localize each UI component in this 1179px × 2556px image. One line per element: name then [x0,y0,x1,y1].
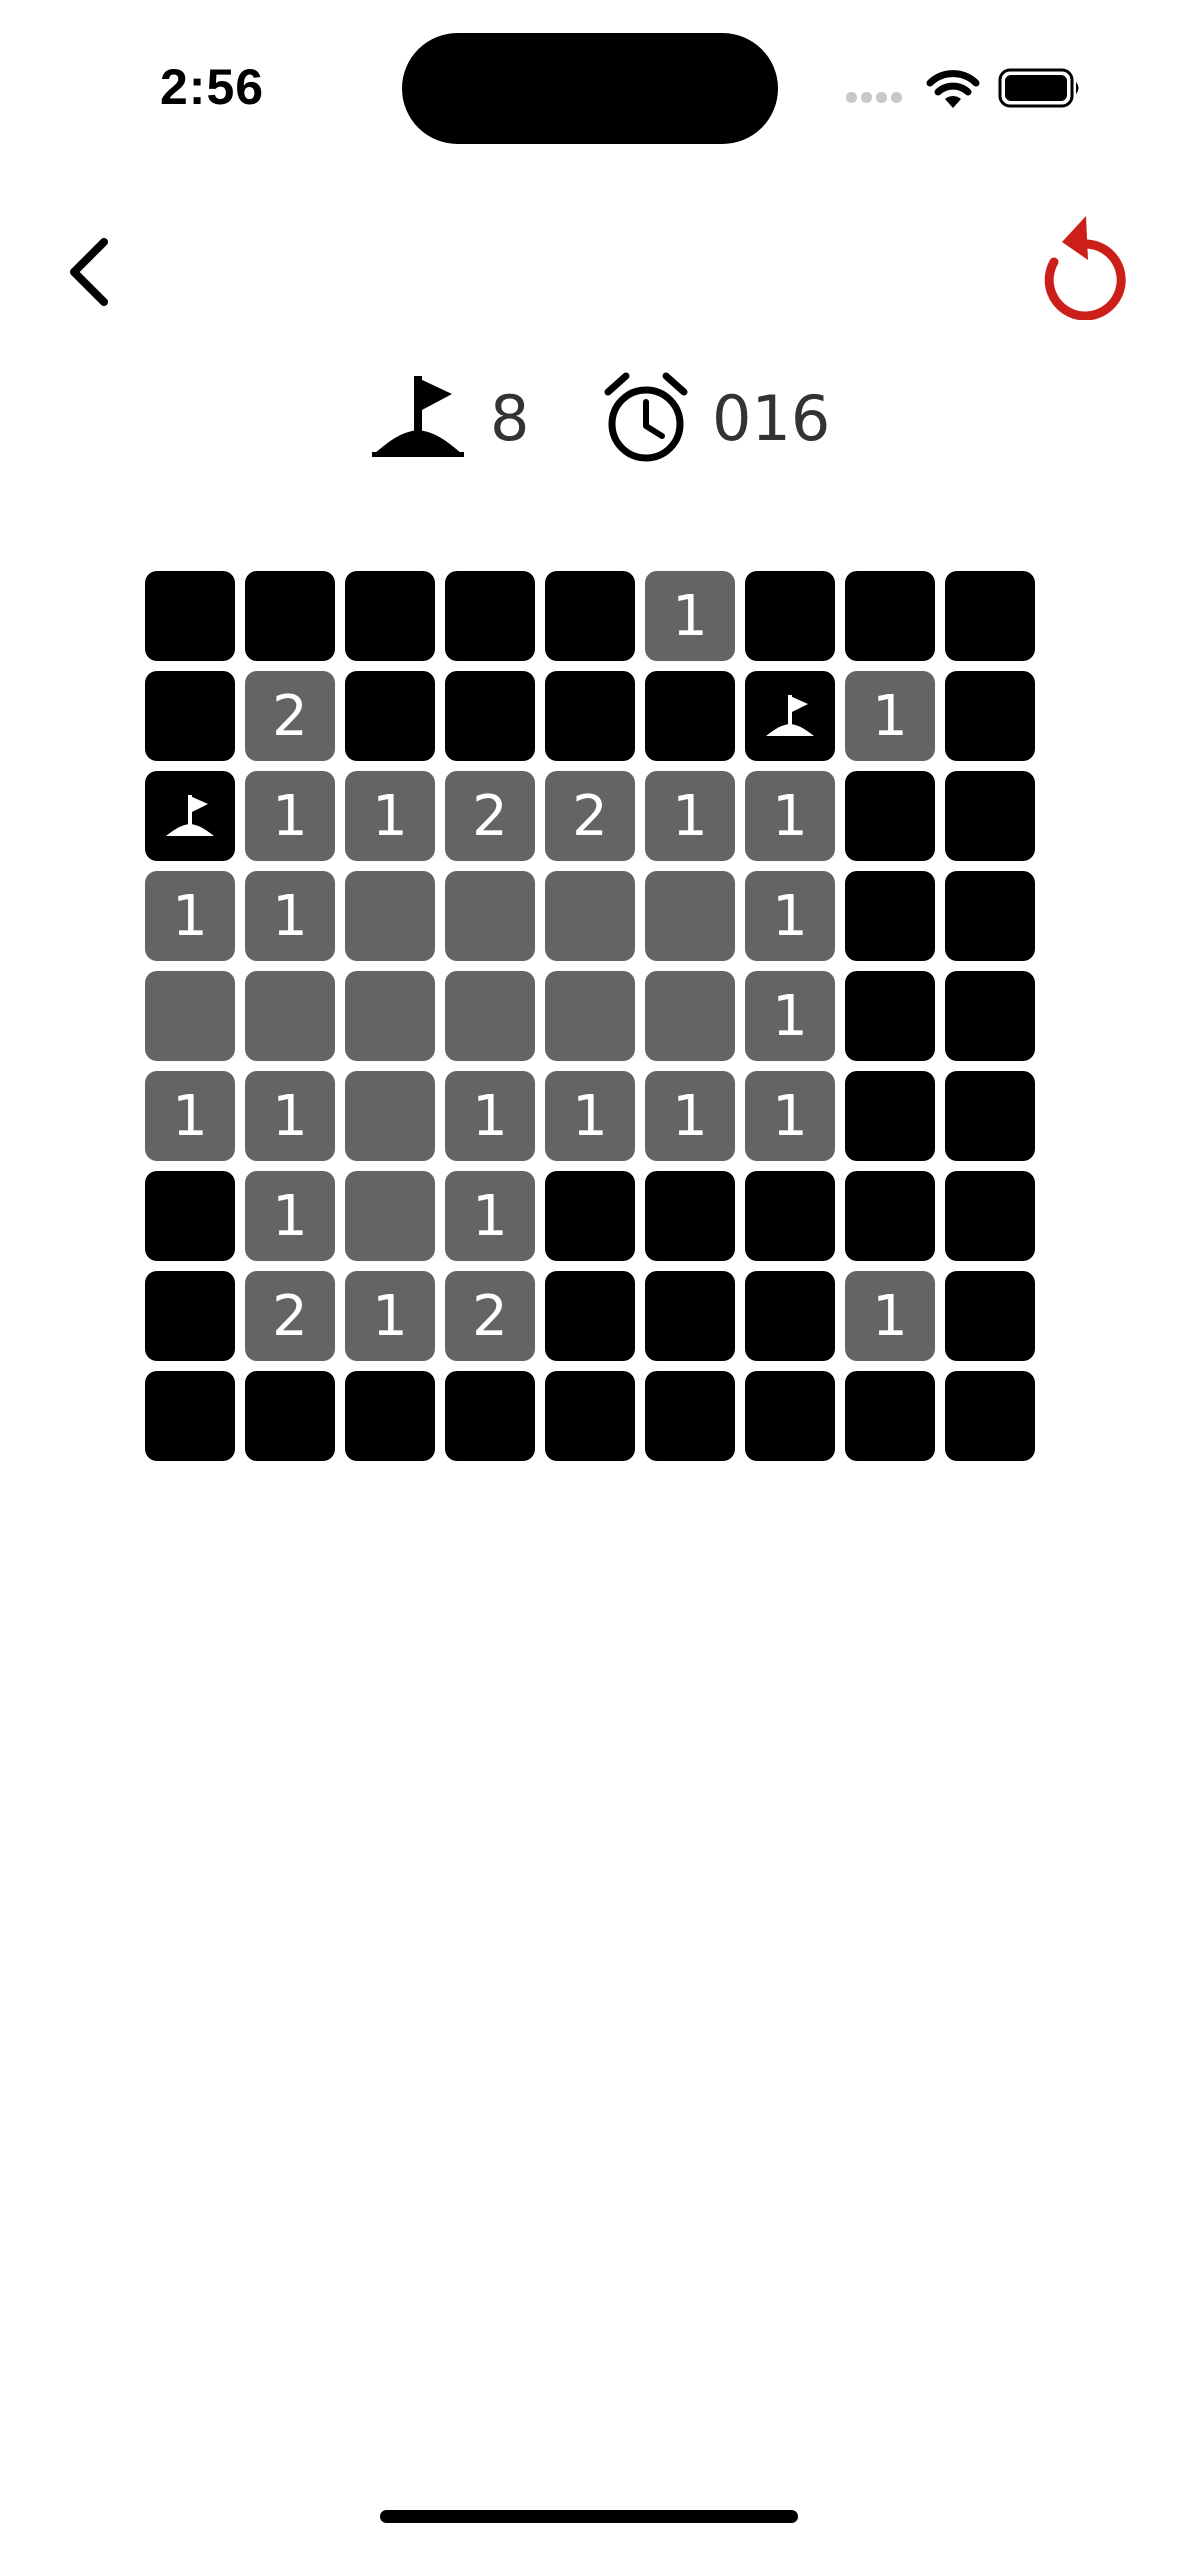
home-indicator [380,2510,798,2523]
hidden-cell[interactable] [445,571,535,661]
restart-icon [1044,216,1126,321]
hidden-cell[interactable] [845,771,935,861]
number-cell[interactable]: 1 [645,771,735,861]
revealed-cell[interactable] [345,1171,435,1261]
hidden-cell[interactable] [745,1371,835,1461]
number-cell[interactable]: 1 [245,1071,335,1161]
hidden-cell[interactable] [845,871,935,961]
hidden-cell[interactable] [645,671,735,761]
number-cell[interactable]: 2 [245,671,335,761]
hidden-cell[interactable] [945,771,1035,861]
flagged-cell[interactable] [745,671,835,761]
hidden-cell[interactable] [845,571,935,661]
hidden-cell[interactable] [145,1371,235,1461]
hidden-cell[interactable] [945,1171,1035,1261]
number-cell[interactable]: 1 [245,871,335,961]
number-cell[interactable]: 2 [445,771,535,861]
revealed-cell[interactable] [545,871,635,961]
game-stats: 8 016 [0,370,1179,470]
hidden-cell[interactable] [545,571,635,661]
number-cell[interactable]: 1 [645,571,735,661]
hidden-cell[interactable] [445,671,535,761]
alarm-clock-icon [604,372,688,462]
revealed-cell[interactable] [445,871,535,961]
number-cell[interactable]: 1 [245,1171,335,1261]
hidden-cell[interactable] [345,1371,435,1461]
hidden-cell[interactable] [545,1371,635,1461]
hidden-cell[interactable] [945,671,1035,761]
restart-button[interactable] [1040,210,1136,321]
revealed-cell[interactable] [145,971,235,1061]
hidden-cell[interactable] [845,1171,935,1261]
number-cell[interactable]: 1 [745,971,835,1061]
revealed-cell[interactable] [645,971,735,1061]
hidden-cell[interactable] [445,1371,535,1461]
hidden-cell[interactable] [845,971,935,1061]
hidden-cell[interactable] [945,571,1035,661]
revealed-cell[interactable] [545,971,635,1061]
hidden-cell[interactable] [545,671,635,761]
number-cell[interactable]: 1 [745,871,835,961]
flagged-cell[interactable] [145,771,235,861]
back-button[interactable] [58,232,118,312]
number-cell[interactable]: 1 [345,1271,435,1361]
hidden-cell[interactable] [745,571,835,661]
hidden-cell[interactable] [645,1171,735,1261]
minesweeper-board: 1211122111111111111112121 [145,571,1035,1461]
hidden-cell[interactable] [545,1271,635,1361]
hidden-cell[interactable] [345,671,435,761]
hidden-cell[interactable] [745,1171,835,1261]
hidden-cell[interactable] [145,671,235,761]
number-cell[interactable]: 1 [445,1071,535,1161]
number-cell[interactable]: 1 [345,771,435,861]
revealed-cell[interactable] [345,971,435,1061]
dynamic-island [402,33,778,144]
revealed-cell[interactable] [445,971,535,1061]
revealed-cell[interactable] [245,971,335,1061]
number-cell[interactable]: 1 [445,1171,535,1261]
hidden-cell[interactable] [945,1271,1035,1361]
hidden-cell[interactable] [545,1171,635,1261]
hidden-cell[interactable] [945,1371,1035,1461]
number-cell[interactable]: 1 [745,1071,835,1161]
number-cell[interactable]: 2 [545,771,635,861]
battery-icon [998,68,1079,108]
number-cell[interactable]: 1 [145,1071,235,1161]
hidden-cell[interactable] [245,1371,335,1461]
revealed-cell[interactable] [345,1071,435,1161]
number-cell[interactable]: 1 [545,1071,635,1161]
hidden-cell[interactable] [945,971,1035,1061]
elapsed-timer: 016 [712,382,831,455]
revealed-cell[interactable] [645,871,735,961]
number-cell[interactable]: 1 [845,671,935,761]
hidden-cell[interactable] [145,571,235,661]
hidden-cell[interactable] [645,1271,735,1361]
status-time: 2:56 [160,59,265,115]
hidden-cell[interactable] [245,571,335,661]
flag-icon [166,795,214,836]
hidden-cell[interactable] [945,871,1035,961]
hidden-cell[interactable] [845,1371,935,1461]
wifi-icon [926,70,980,108]
flags-remaining: 8 [490,382,530,455]
hidden-cell[interactable] [945,1071,1035,1161]
number-cell[interactable]: 2 [245,1271,335,1361]
hidden-cell[interactable] [645,1371,735,1461]
revealed-cell[interactable] [345,871,435,961]
flag-icon [766,695,814,736]
hidden-cell[interactable] [745,1271,835,1361]
number-cell[interactable]: 2 [445,1271,535,1361]
hidden-cell[interactable] [345,571,435,661]
number-cell[interactable]: 1 [745,771,835,861]
number-cell[interactable]: 1 [145,871,235,961]
number-cell[interactable]: 1 [845,1271,935,1361]
hidden-cell[interactable] [145,1271,235,1361]
number-cell[interactable]: 1 [645,1071,735,1161]
hidden-cell[interactable] [845,1071,935,1161]
number-cell[interactable]: 1 [245,771,335,861]
chevron-left-icon [70,238,108,306]
flag-icon [372,376,464,457]
hidden-cell[interactable] [145,1171,235,1261]
